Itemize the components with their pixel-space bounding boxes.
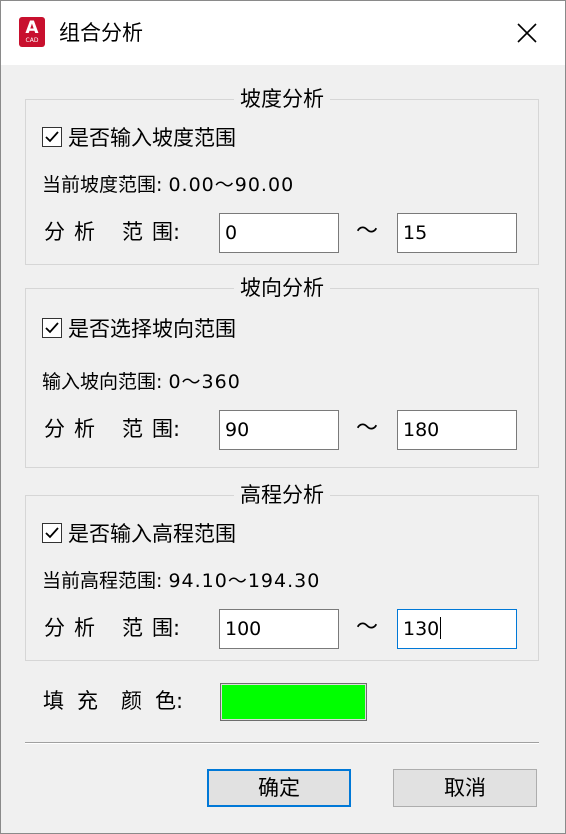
aspect-checkbox-label: 是否选择坡向范围 [68,317,236,341]
range-label-char: 分 [44,417,65,441]
slope-group-title: 坡度分析 [234,87,330,111]
elevation-max-input[interactable]: 130 [397,609,517,649]
range-label-char: 析 [74,417,95,441]
aspect-range-label: 分析 范围: [44,415,180,443]
elevation-range-label: 分析 范围: [44,614,180,642]
fill-label-char: 颜 [121,689,142,713]
close-icon [517,23,537,43]
slope-range-separator: ～ [356,219,379,244]
slope-range-label: 分析 范围: [44,218,180,246]
slope-analysis-group: 坡度分析 是否输入坡度范围 当前坡度范围: 0.00～90.00 分析 范围: 0… [25,87,539,265]
fill-color-swatch-button[interactable] [220,683,367,721]
ok-button[interactable]: 确定 [207,769,351,807]
fill-label-char: 色: [155,689,184,713]
close-button[interactable] [507,15,547,51]
elevation-checkbox-label: 是否输入高程范围 [68,522,236,546]
range-label-char: 分 [44,616,65,640]
aspect-min-input[interactable]: 90 [219,410,339,450]
fill-color-label: 填充颜色: [43,687,183,715]
elevation-max-value: 130 [403,618,440,640]
title-bar: A CAD 组合分析 [1,1,565,65]
slope-max-input[interactable]: 15 [397,213,517,253]
aspect-group-title: 坡向分析 [234,276,330,300]
fill-label-char: 填 [43,689,64,713]
range-label-char: 范 [122,220,143,244]
slope-current-range: 当前坡度范围: 0.00～90.00 [42,172,294,198]
checkmark-icon [45,527,59,539]
elevation-info-label: 当前高程范围: [42,570,163,592]
slope-checkbox-row[interactable]: 是否输入坡度范围 [42,124,302,152]
checkmark-icon [45,131,59,143]
range-label-char: 析 [74,616,95,640]
range-label-char: 分 [44,220,65,244]
range-label-char: 围: [152,417,181,441]
elevation-current-range: 当前高程范围: 94.10～194.30 [42,568,320,594]
app-icon-letter: A [25,18,39,38]
aspect-info-value: 0～360 [168,371,241,393]
slope-min-input[interactable]: 0 [219,213,339,253]
checkmark-icon [45,322,59,334]
autocad-app-icon: A CAD [19,17,45,47]
elevation-analysis-group: 高程分析 是否输入高程范围 当前高程范围: 94.10～194.30 分析 范围:… [25,483,539,661]
elevation-group-title: 高程分析 [234,483,330,507]
text-caret [440,617,442,639]
elevation-checkbox[interactable] [42,523,62,543]
slope-info-value: 0.00～90.00 [168,174,295,196]
cancel-button[interactable]: 取消 [393,769,537,807]
aspect-range-separator: ～ [356,416,379,441]
elevation-range-separator: ～ [356,615,379,640]
range-label-char: 范 [122,616,143,640]
range-label-char: 范 [122,417,143,441]
elevation-min-input[interactable]: 100 [219,609,339,649]
slope-checkbox-label: 是否输入坡度范围 [68,126,236,150]
aspect-max-input[interactable]: 180 [397,410,517,450]
aspect-analysis-group: 坡向分析 是否选择坡向范围 输入坡向范围: 0～360 分析 范围: 90 ～ 1… [25,276,539,468]
app-icon-sub: CAD [25,37,39,44]
slope-info-label: 当前坡度范围: [42,174,163,196]
elevation-checkbox-row[interactable]: 是否输入高程范围 [42,520,302,548]
aspect-input-range: 输入坡向范围: 0～360 [42,369,241,395]
range-label-char: 析 [74,220,95,244]
aspect-checkbox-row[interactable]: 是否选择坡向范围 [42,315,302,343]
elevation-info-value: 94.10～194.30 [168,570,321,592]
range-label-char: 围: [152,220,181,244]
slope-checkbox[interactable] [42,127,62,147]
dialog-window: A CAD 组合分析 坡度分析 是否输入坡度范围 当前坡度范围: 0.00～90… [0,0,566,834]
footer-divider [25,742,539,744]
window-title: 组合分析 [59,21,143,45]
fill-label-char: 充 [77,689,98,713]
range-label-char: 围: [152,616,181,640]
aspect-checkbox[interactable] [42,318,62,338]
aspect-info-label: 输入坡向范围: [42,371,163,393]
